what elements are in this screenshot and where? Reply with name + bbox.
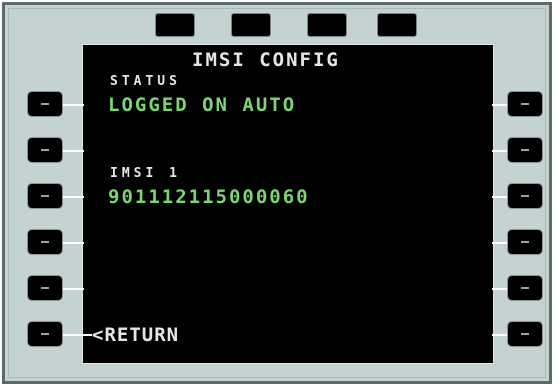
dash-icon [521, 195, 529, 197]
top-key-4[interactable] [378, 14, 416, 36]
lsk-left-4-line [62, 242, 84, 244]
lsk-left-6-line [62, 334, 92, 336]
imsi-value: 901112115000060 [108, 186, 310, 208]
dash-icon [41, 333, 49, 335]
dash-icon [41, 241, 49, 243]
status-value: LOGGED ON AUTO [108, 94, 297, 116]
dash-icon [41, 195, 49, 197]
lsk-right-3[interactable] [508, 184, 542, 208]
lsk-right-5[interactable] [508, 276, 542, 300]
lsk-left-3-line [62, 196, 84, 198]
status-label: STATUS [110, 74, 181, 89]
dash-icon [521, 287, 529, 289]
dash-icon [41, 149, 49, 151]
lsk-left-2-line [62, 150, 84, 152]
lsk-left-6[interactable] [28, 322, 62, 346]
lsk-right-4[interactable] [508, 230, 542, 254]
dash-icon [521, 103, 529, 105]
lsk-left-3[interactable] [28, 184, 62, 208]
lsk-right-6[interactable] [508, 322, 542, 346]
return-action[interactable]: <RETURN [92, 326, 179, 345]
imsi-label: IMSI 1 [110, 166, 181, 181]
top-key-2[interactable] [232, 14, 270, 36]
dash-icon [41, 103, 49, 105]
lsk-left-5[interactable] [28, 276, 62, 300]
lsk-left-2[interactable] [28, 138, 62, 162]
lsk-right-2[interactable] [508, 138, 542, 162]
dash-icon [521, 241, 529, 243]
lsk-left-4[interactable] [28, 230, 62, 254]
lsk-left-1-line [62, 104, 84, 106]
dash-icon [521, 149, 529, 151]
dash-icon [41, 287, 49, 289]
top-key-3[interactable] [308, 14, 346, 36]
lsk-left-5-line [62, 288, 84, 290]
lsk-left-1[interactable] [28, 92, 62, 116]
lsk-right-1[interactable] [508, 92, 542, 116]
top-key-1[interactable] [156, 14, 194, 36]
page-title: IMSI CONFIG [192, 49, 340, 71]
dash-icon [521, 333, 529, 335]
